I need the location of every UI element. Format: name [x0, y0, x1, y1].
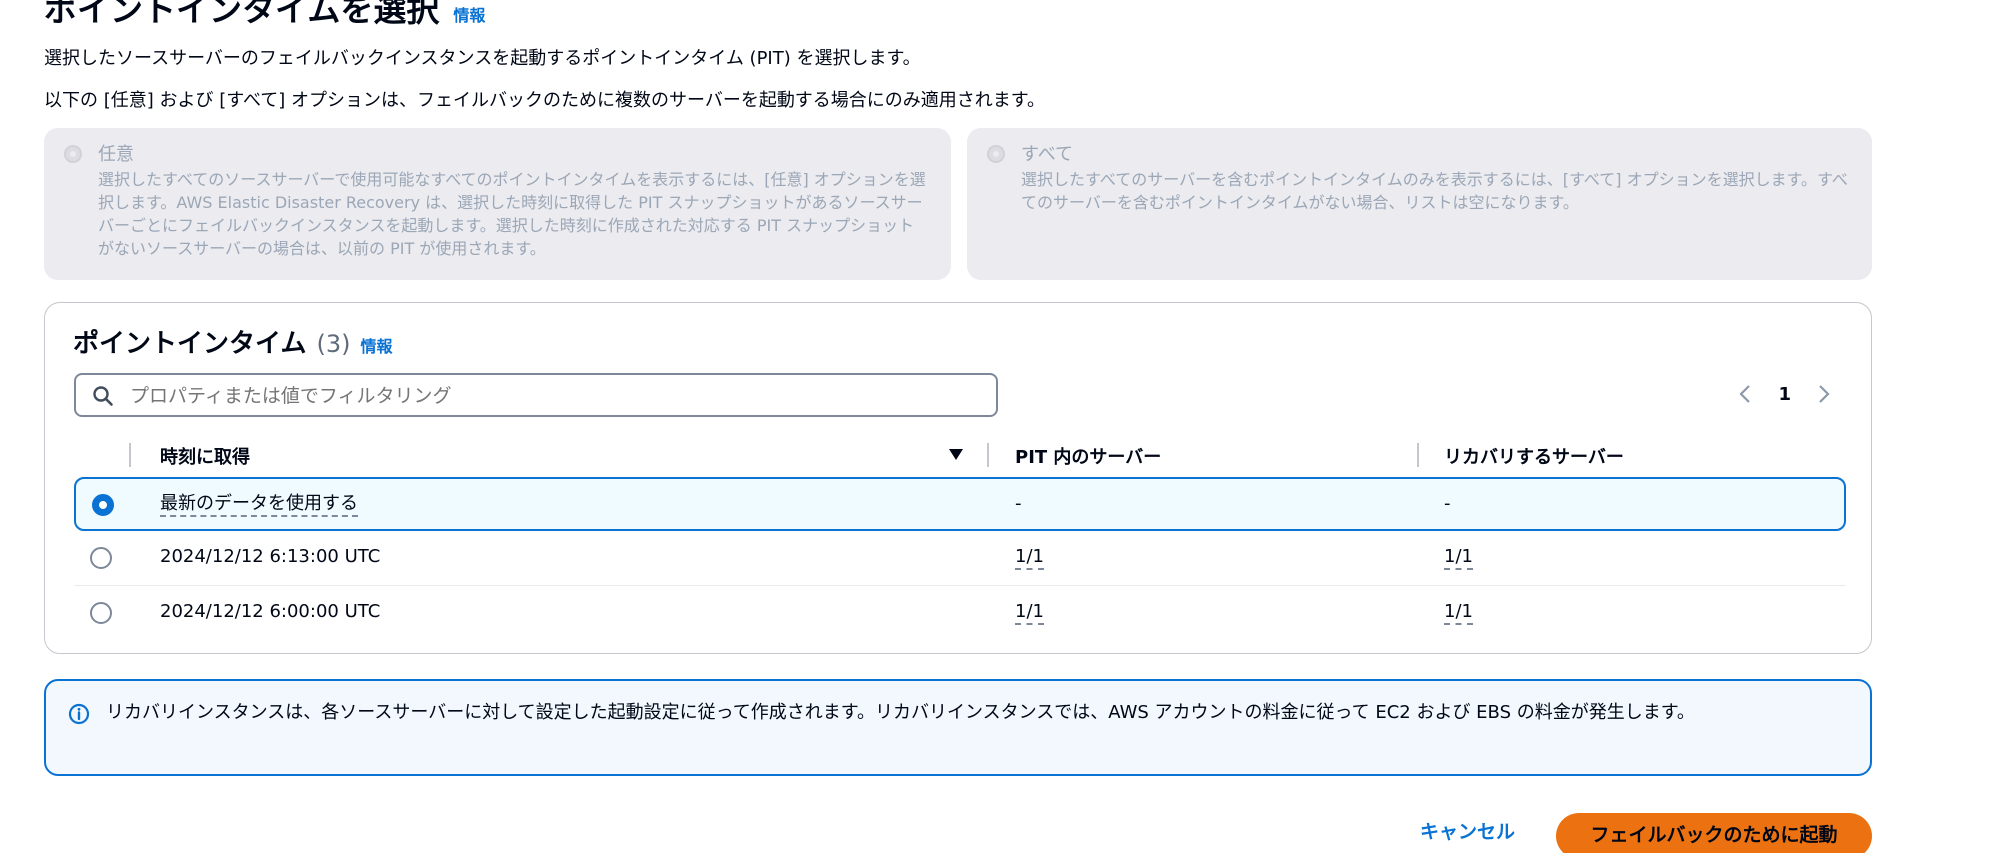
page-number[interactable]: 1: [1778, 384, 1791, 405]
page: ポイントインタイムを選択 情報 選択したソースサーバーのフェイルバックインスタン…: [0, 0, 2000, 853]
cell-servers-in-pit[interactable]: 1/1: [1015, 532, 1044, 582]
table-row[interactable]: 2024/12/12 6:13:00 UTC 1/1 1/1: [74, 532, 1846, 586]
column-separator[interactable]: [1417, 443, 1419, 467]
option-any-description: 選択したすべてのソースサーバーで使用可能なすべてのポイントインタイムを表示するに…: [98, 170, 926, 258]
pagination: 1: [1738, 383, 1831, 405]
cell-taken: 2024/12/12 6:13:00 UTC: [160, 546, 381, 567]
option-any-radio: [64, 145, 82, 163]
chevron-left-icon[interactable]: [1738, 383, 1752, 405]
option-all-label: すべて: [1021, 144, 1074, 165]
header: ポイントインタイムを選択 情報: [44, 0, 485, 30]
table-info-link[interactable]: 情報: [360, 333, 392, 357]
option-all-radio: [987, 145, 1005, 163]
option-any-tile: 任意 選択したすべてのソースサーバーで使用可能なすべてのポイントインタイムを表示…: [44, 128, 951, 280]
chevron-right-icon[interactable]: [1817, 383, 1831, 405]
cell-servers-to-recover[interactable]: 1/1: [1444, 587, 1473, 637]
point-in-time-table-container: ポイントインタイム (3) 情報 1 時刻に取得: [44, 302, 1872, 654]
page-title: ポイントインタイムを選択: [44, 0, 440, 29]
caret-down-filled-icon[interactable]: [949, 449, 963, 461]
filter-input[interactable]: [128, 375, 982, 417]
column-header-servers-in-pit: PIT 内のサーバー: [1015, 447, 1162, 468]
table-count: (3): [316, 330, 351, 358]
header-info-link[interactable]: 情報: [453, 2, 485, 26]
option-all-description: 選択したすべてのサーバーを含むポイントインタイムのみを表示するには、[すべて] …: [1021, 170, 1848, 212]
cell-servers-in-pit: -: [1015, 493, 1022, 514]
table-header: ポイントインタイム (3) 情報: [73, 323, 393, 360]
table-head: 時刻に取得 PIT 内のサーバー リカバリするサーバー: [74, 435, 1846, 475]
cell-taken: 2024/12/12 6:00:00 UTC: [160, 601, 381, 622]
cell-taken: 最新のデータを使用する: [160, 479, 358, 529]
table-row[interactable]: 2024/12/12 6:00:00 UTC 1/1 1/1: [74, 587, 1846, 641]
cell-servers-to-recover-text[interactable]: 1/1: [1444, 601, 1473, 625]
row-radio[interactable]: [90, 602, 112, 624]
row-radio[interactable]: [90, 547, 112, 569]
cell-servers-in-pit[interactable]: 1/1: [1015, 587, 1044, 637]
option-any-label: 任意: [98, 144, 134, 165]
column-separator: [129, 443, 131, 467]
search-icon: [93, 386, 113, 406]
page-description: 選択したソースサーバーのフェイルバックインスタンスを起動するポイントインタイム …: [44, 48, 921, 69]
column-header-servers-to-recover: リカバリするサーバー: [1444, 447, 1624, 468]
launch-for-failback-button[interactable]: フェイルバックのために起動: [1556, 813, 1872, 853]
cell-taken-text: 最新のデータを使用する: [160, 493, 358, 517]
info-circle-icon: [68, 703, 90, 725]
row-radio-selected[interactable]: [92, 494, 114, 516]
cancel-button[interactable]: キャンセル: [1420, 817, 1515, 844]
table-row[interactable]: 最新のデータを使用する - -: [74, 477, 1846, 531]
alert-text: リカバリインスタンスは、各ソースサーバーに対して設定した起動設定に従って作成され…: [106, 702, 1695, 723]
cell-servers-in-pit-text[interactable]: 1/1: [1015, 601, 1044, 625]
info-alert: リカバリインスタンスは、各ソースサーバーに対して設定した起動設定に従って作成され…: [44, 679, 1872, 776]
column-header-taken[interactable]: 時刻に取得: [160, 443, 250, 469]
column-separator[interactable]: [987, 443, 989, 467]
cell-servers-to-recover: -: [1444, 493, 1451, 514]
cell-servers-to-recover[interactable]: 1/1: [1444, 532, 1473, 582]
cell-servers-in-pit-text[interactable]: 1/1: [1015, 546, 1044, 570]
cell-servers-to-recover-text[interactable]: 1/1: [1444, 546, 1473, 570]
table-title: ポイントインタイム: [73, 329, 307, 359]
option-all-tile: すべて 選択したすべてのサーバーを含むポイントインタイムのみを表示するには、[す…: [967, 128, 1872, 280]
options-description: 以下の [任意] および [すべて] オプションは、フェイルバックのために複数の…: [44, 90, 1046, 111]
filter-search-box[interactable]: [74, 373, 998, 417]
